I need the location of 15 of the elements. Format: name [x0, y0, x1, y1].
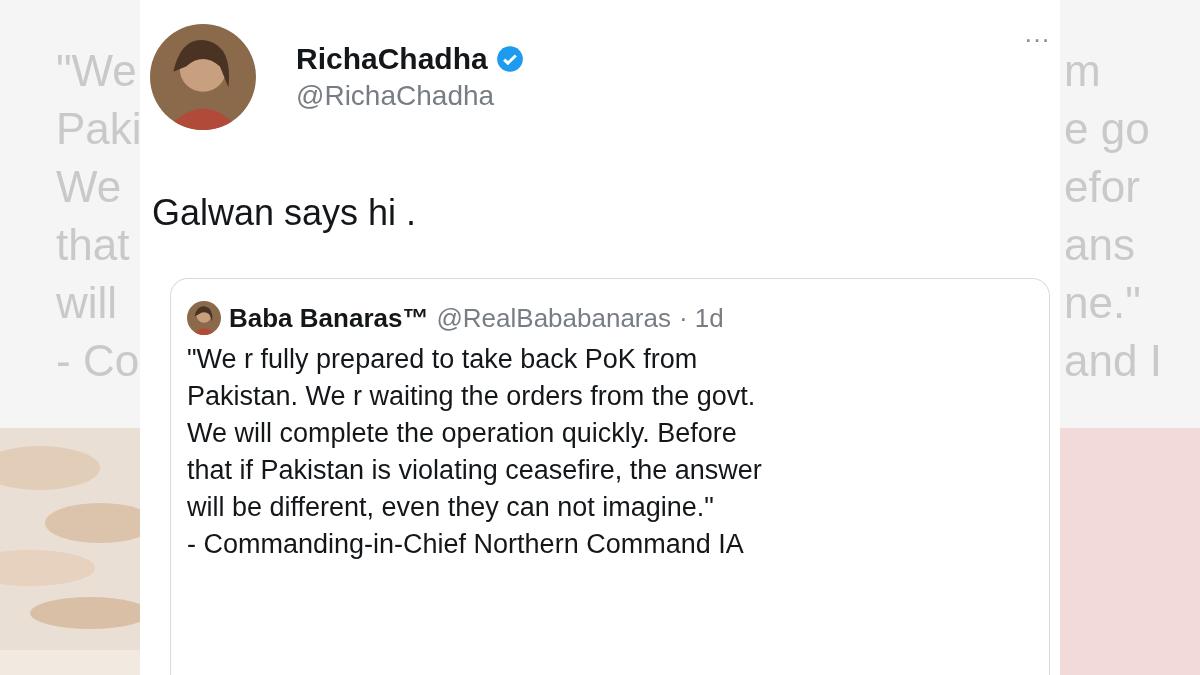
avatar-icon: [187, 301, 221, 335]
author-handle: @RichaChadha: [296, 80, 496, 112]
more-button[interactable]: ···: [1024, 24, 1050, 55]
tweet-text: Galwan says hi .: [152, 192, 418, 234]
author-name: RichaChadha: [296, 42, 488, 76]
tweet-time: · 1d: [678, 302, 724, 334]
quoted-text-line: that if Pakistan is violating ceasefire, the answer: [187, 454, 762, 487]
quoted-text-line: will be different, even they can not imagine.": [187, 491, 714, 524]
quoted-author-handle: @RealBababanaras: [436, 302, 671, 334]
quoted-text-line: We will complete the operation quickly. Before: [187, 417, 737, 450]
quoted-tweet[interactable]: [170, 278, 1050, 675]
quoted-author-name: Baba Banaras™: [229, 302, 429, 334]
quoted-text-line: "We r fully prepared to take back PoK from: [187, 343, 698, 376]
quoted-text-line: Pakistan. We r waiting the orders from the govt.: [187, 380, 756, 413]
quoted-text-line: - Commanding-in-Chief Northern Command IA: [187, 528, 744, 561]
